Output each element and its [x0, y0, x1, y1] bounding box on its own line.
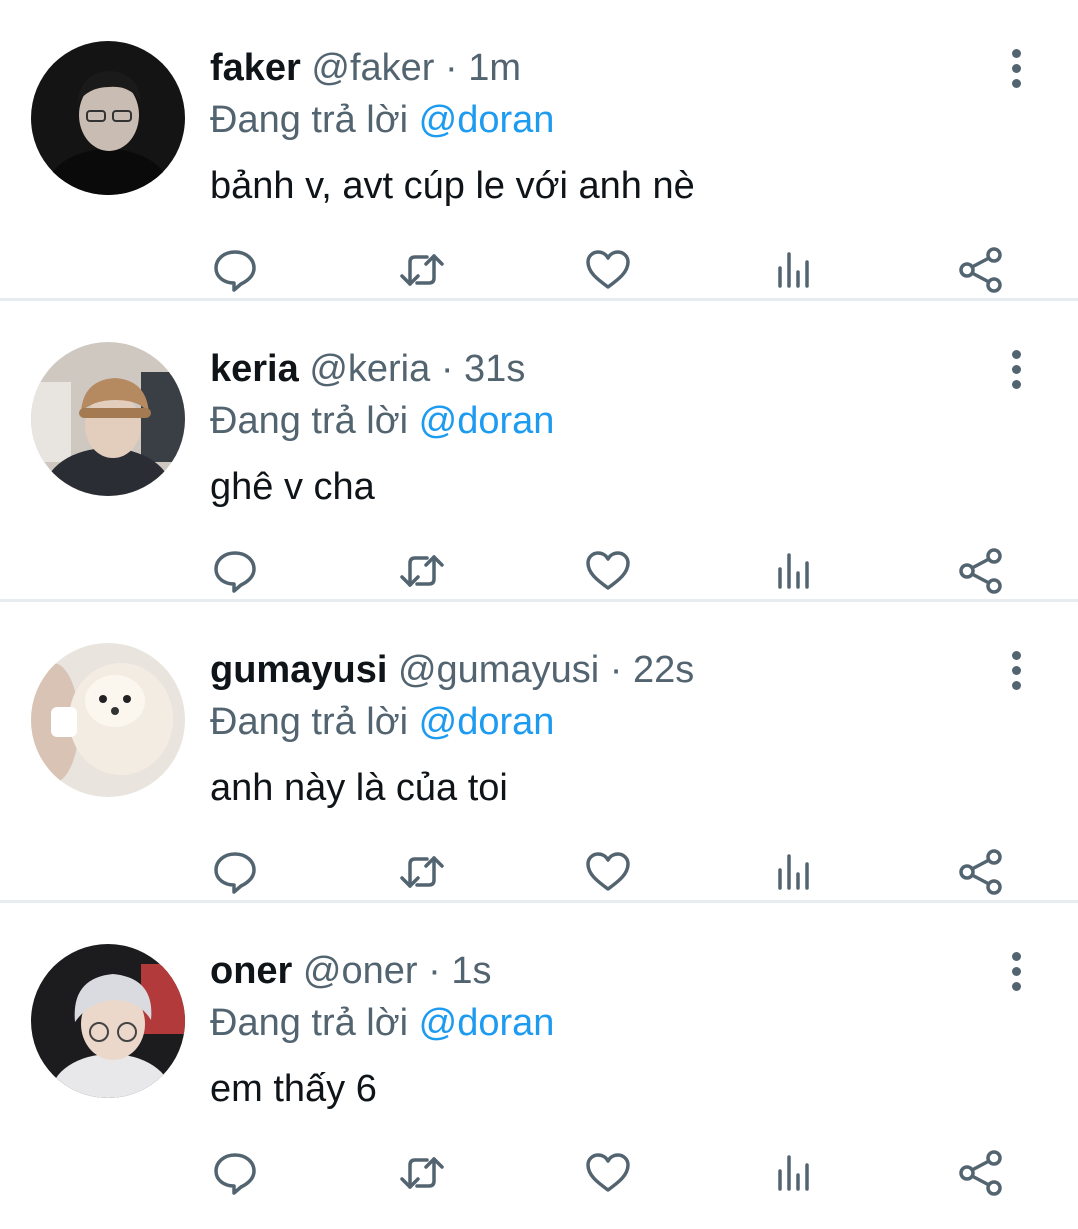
avatar-image	[31, 643, 185, 797]
tweet-item[interactable]: faker @faker · 1m Đang trả lời @doran bả…	[0, 0, 1078, 301]
avatar-image	[31, 41, 185, 195]
retweet-icon[interactable]	[397, 1148, 447, 1198]
retweet-icon[interactable]	[397, 245, 447, 295]
replying-to-line: Đang trả lời @doran	[210, 999, 554, 1047]
separator: ·	[428, 950, 441, 992]
reply-feed: faker @faker · 1m Đang trả lời @doran bả…	[0, 0, 1078, 1204]
timestamp[interactable]: 1s	[451, 950, 491, 992]
tweet-item[interactable]: keria @keria · 31s Đang trả lời @doran g…	[0, 301, 1078, 602]
action-bar	[0, 847, 1078, 897]
like-icon[interactable]	[583, 847, 633, 897]
retweet-icon[interactable]	[397, 847, 447, 897]
avatar-image	[31, 342, 185, 496]
display-name[interactable]: faker	[210, 47, 301, 89]
tweet-item[interactable]: oner @oner · 1s Đang trả lời @doran em t…	[0, 903, 1078, 1204]
like-icon[interactable]	[583, 546, 633, 596]
avatar[interactable]	[31, 944, 185, 1098]
more-icon[interactable]	[996, 646, 1036, 694]
reply-icon[interactable]	[210, 245, 260, 295]
replying-label: Đang trả lời	[210, 400, 409, 442]
replying-label: Đang trả lời	[210, 701, 409, 743]
action-bar	[0, 245, 1078, 295]
display-name[interactable]: keria	[210, 348, 299, 390]
user-handle[interactable]: @gumayusi	[398, 649, 599, 691]
more-icon[interactable]	[996, 345, 1036, 393]
separator: ·	[609, 649, 623, 691]
mention-link[interactable]: @doran	[419, 99, 555, 141]
user-handle[interactable]: @oner	[303, 950, 418, 992]
stats-icon[interactable]	[769, 546, 819, 596]
tweet-header: keria @keria · 31s	[210, 345, 525, 393]
tweet-header: oner @oner · 1s	[210, 947, 491, 995]
tweet-text: bảnh v, avt cúp le với anh nè	[210, 165, 695, 207]
separator: ·	[445, 47, 458, 89]
more-icon[interactable]	[996, 947, 1036, 995]
avatar-image	[31, 944, 185, 1098]
like-icon[interactable]	[583, 245, 633, 295]
tweet-header: faker @faker · 1m	[210, 44, 521, 92]
user-handle[interactable]: @faker	[311, 47, 434, 89]
separator: ·	[440, 348, 454, 390]
stats-icon[interactable]	[769, 1148, 819, 1198]
share-icon[interactable]	[956, 546, 1006, 596]
tweet-text: em thấy 6	[210, 1068, 377, 1110]
action-bar	[0, 546, 1078, 596]
reply-icon[interactable]	[210, 1148, 260, 1198]
timestamp[interactable]: 31s	[464, 348, 525, 390]
replying-label: Đang trả lời	[210, 99, 409, 141]
replying-to-line: Đang trả lời @doran	[210, 698, 554, 746]
replying-to-line: Đang trả lời @doran	[210, 96, 554, 144]
more-icon[interactable]	[996, 44, 1036, 92]
tweet-text: ghê v cha	[210, 466, 375, 508]
action-bar	[0, 1148, 1078, 1198]
replying-to-line: Đang trả lời @doran	[210, 397, 554, 445]
avatar[interactable]	[31, 41, 185, 195]
replying-label: Đang trả lời	[210, 1002, 409, 1044]
user-handle[interactable]: @keria	[309, 348, 430, 390]
like-icon[interactable]	[583, 1148, 633, 1198]
share-icon[interactable]	[956, 847, 1006, 897]
tweet-text: anh này là của toi	[210, 767, 508, 809]
share-icon[interactable]	[956, 1148, 1006, 1198]
mention-link[interactable]: @doran	[419, 400, 555, 442]
tweet-header: gumayusi @gumayusi · 22s	[210, 646, 694, 694]
timestamp[interactable]: 22s	[633, 649, 694, 691]
mention-link[interactable]: @doran	[419, 701, 555, 743]
tweet-item[interactable]: gumayusi @gumayusi · 22s Đang trả lời @d…	[0, 602, 1078, 903]
share-icon[interactable]	[956, 245, 1006, 295]
display-name[interactable]: gumayusi	[210, 649, 387, 691]
display-name[interactable]: oner	[210, 950, 292, 992]
reply-icon[interactable]	[210, 546, 260, 596]
stats-icon[interactable]	[769, 847, 819, 897]
retweet-icon[interactable]	[397, 546, 447, 596]
avatar[interactable]	[31, 643, 185, 797]
stats-icon[interactable]	[769, 245, 819, 295]
reply-icon[interactable]	[210, 847, 260, 897]
timestamp[interactable]: 1m	[468, 47, 521, 89]
mention-link[interactable]: @doran	[419, 1002, 555, 1044]
avatar[interactable]	[31, 342, 185, 496]
